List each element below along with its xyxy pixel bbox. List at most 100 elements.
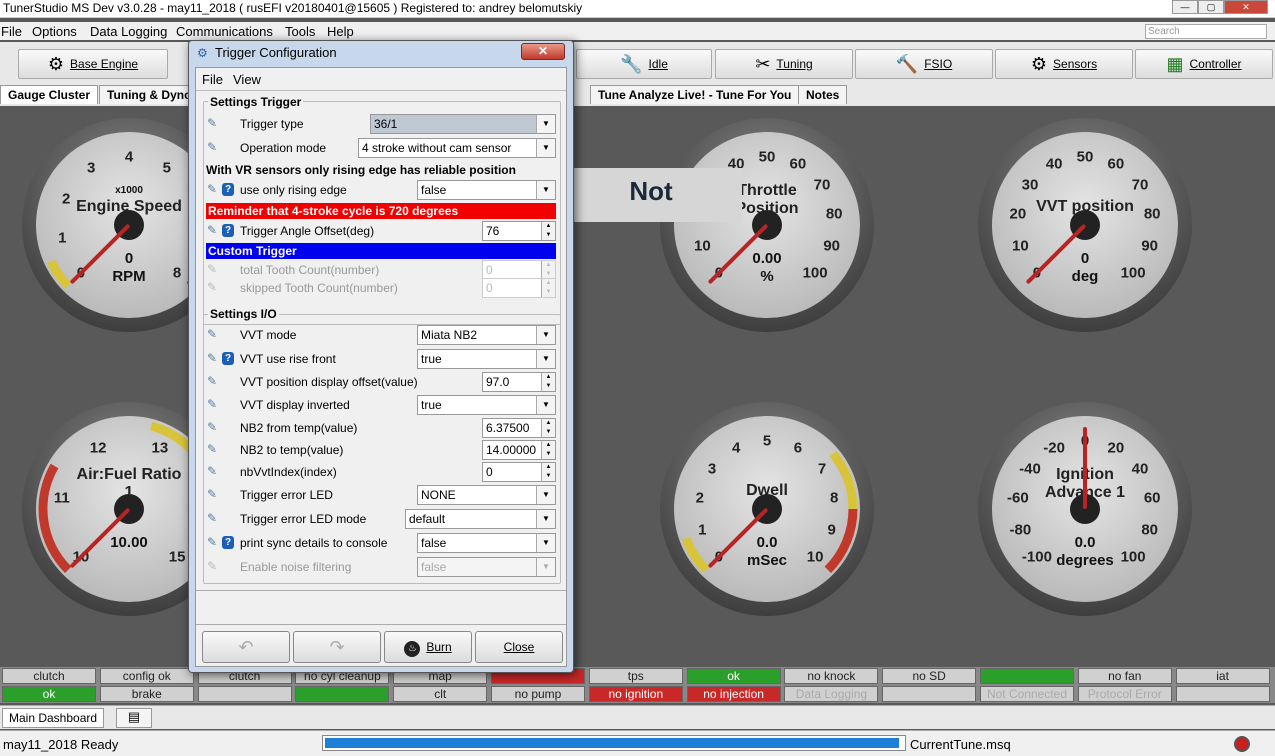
edit-icon: ✎ <box>207 464 218 478</box>
nbvvt-index-input[interactable]: 0 ▲ ▼ <box>482 462 556 482</box>
menu-communications[interactable]: Communications <box>176 24 273 39</box>
new-dashboard-icon[interactable]: ▤ <box>116 708 152 728</box>
gauge-tick-label: 13 <box>151 439 169 457</box>
trigger-error-led-select[interactable]: NONE ▼ <box>417 485 556 505</box>
status-indicator: no pump <box>491 686 585 702</box>
gear-icon: ⚙ <box>47 54 65 74</box>
redo-icon: ↷ <box>329 637 345 657</box>
divider <box>196 590 566 591</box>
vvt-rise-select[interactable]: true ▼ <box>417 349 556 369</box>
menu-options[interactable]: Options <box>32 24 77 39</box>
spinner-arrows-icon: ▲ ▼ <box>541 279 555 297</box>
gauge-tick-label: 70 <box>1131 176 1149 194</box>
edit-icon: ✎ <box>207 559 218 573</box>
status-indicator: no fan <box>1077 668 1172 684</box>
gauge: 0102030405060708090100Throttle Position0… <box>660 118 874 332</box>
fsio-button[interactable]: 🔨 FSIO <box>855 49 993 79</box>
status-indicator: ok <box>686 668 781 684</box>
chevron-down-icon: ▼ <box>536 486 555 504</box>
gauge-tick-label: 5 <box>162 159 171 177</box>
gauge-tick-label: 4 <box>731 439 741 457</box>
print-sync-select[interactable]: false ▼ <box>417 533 556 553</box>
base-engine-button[interactable]: ⚙ Base Engine <box>18 49 168 79</box>
gauge-unit: % <box>760 268 774 285</box>
redo-button[interactable]: ↷ <box>293 631 381 663</box>
status-indicator <box>1175 686 1270 702</box>
help-icon[interactable]: ? <box>222 183 234 196</box>
settings-trigger-title: Settings Trigger <box>208 95 304 109</box>
close-window-button[interactable]: ✕ <box>1224 0 1268 14</box>
spinner-arrows-icon: ▲ ▼ <box>541 441 555 459</box>
gauge-face: 012345678910Dwell0.0mSec <box>674 416 860 602</box>
rising-edge-select[interactable]: false ▼ <box>417 180 556 200</box>
current-tune-file: CurrentTune.msq <box>910 737 1011 752</box>
help-icon[interactable]: ? <box>222 536 234 549</box>
edit-icon: ✎ <box>207 182 218 196</box>
vvt-rise-row: ✎? VVT use rise front true ▼ <box>196 349 556 369</box>
status-indicator <box>295 686 390 702</box>
trigger-error-led-mode-row: ✎ Trigger error LED mode default ▼ <box>196 509 556 529</box>
nb2-to-input[interactable]: 14.00000 ▲ ▼ <box>482 440 556 460</box>
spinner-arrows-icon: ▲ ▼ <box>541 373 555 391</box>
tab-gauge-cluster[interactable]: Gauge Cluster <box>0 85 99 104</box>
operation-mode-select[interactable]: 4 stroke without cam sensor ▼ <box>358 138 556 158</box>
tab-tune-analyze[interactable]: Tune Analyze Live! - Tune For You <box>590 85 800 104</box>
nb2-from-input[interactable]: 6.37500 ▲ ▼ <box>482 418 556 438</box>
connection-status-icon <box>1234 736 1250 752</box>
tuning-button[interactable]: ✂ Tuning <box>715 49 853 79</box>
gauge-tick-label: 50 <box>1076 148 1094 166</box>
menu-help[interactable]: Help <box>327 24 354 39</box>
chevron-down-icon: ▼ <box>536 510 555 528</box>
trigger-error-led-mode-select[interactable]: default ▼ <box>405 509 556 529</box>
help-icon[interactable]: ? <box>222 352 234 365</box>
chevron-down-icon: ▼ <box>536 139 555 157</box>
dialog-menu-file[interactable]: File <box>202 72 223 87</box>
controller-button[interactable]: ▦ Controller <box>1135 49 1273 79</box>
idle-button[interactable]: 🔧 Idle <box>576 49 712 79</box>
edit-icon: ✎ <box>207 535 218 549</box>
status-indicator: no knock <box>784 668 879 684</box>
help-icon[interactable]: ? <box>222 224 234 237</box>
progress-bar <box>322 735 906 751</box>
gauge-unit: mSec <box>746 552 788 569</box>
close-button[interactable]: Close <box>475 631 563 663</box>
menu-data-logging[interactable]: Data Logging <box>90 24 167 39</box>
gauge-face: -100-80-60-40-20020406080100Ignition Adv… <box>992 416 1178 602</box>
noise-filtering-select: false ▼ <box>417 557 556 577</box>
gauge-tick-label: 60 <box>789 155 807 173</box>
edit-icon: ✎ <box>207 374 218 388</box>
dialog-title: Trigger Configuration <box>215 45 337 60</box>
chevron-down-icon: ▼ <box>536 558 555 576</box>
operation-mode-row: ✎ Operation mode 4 stroke without cam se… <box>196 138 556 158</box>
tab-notes[interactable]: Notes <box>798 85 848 104</box>
gauge-value: 0 <box>1080 250 1090 267</box>
trigger-type-select[interactable]: 36/1 ▼ <box>370 114 556 134</box>
undo-button[interactable]: ↶ <box>202 631 290 663</box>
tab-main-dashboard[interactable]: Main Dashboard <box>2 708 105 728</box>
minimize-button[interactable]: — <box>1172 0 1198 14</box>
sensors-button[interactable]: ⚙ Sensors <box>995 49 1133 79</box>
vvt-inverted-select[interactable]: true ▼ <box>417 395 556 415</box>
gauge: 0102030405060708090100VVT position0deg <box>978 118 1192 332</box>
tooth-count-input: 0 ▲ ▼ <box>482 260 556 280</box>
search-input[interactable]: Search <box>1145 24 1267 39</box>
status-indicator <box>197 686 292 702</box>
maximize-button[interactable]: ▢ <box>1198 0 1224 14</box>
status-indicator: ok <box>2 686 96 702</box>
gauge-tick-label: 3 <box>707 460 717 478</box>
vvt-inverted-row: ✎ VVT display inverted true ▼ <box>196 395 556 415</box>
edit-icon: ✎ <box>207 487 218 501</box>
vvt-offset-input[interactable]: 97.0 ▲ ▼ <box>482 372 556 392</box>
menu-tools[interactable]: Tools <box>285 24 315 39</box>
dialog-menu-view[interactable]: View <box>233 72 261 87</box>
spinner-arrows-icon: ▲ ▼ <box>541 419 555 437</box>
vvt-mode-select[interactable]: Miata NB2 ▼ <box>417 325 556 345</box>
dialog-close-button[interactable]: ✕ <box>521 43 565 60</box>
gauge-face: 0102030405060708090100Throttle Position0… <box>674 132 860 318</box>
menu-file[interactable]: File <box>1 24 22 39</box>
tab-tuning-dyno[interactable]: Tuning & Dyno <box>99 85 200 104</box>
angle-offset-input[interactable]: 76 ▲ ▼ <box>482 221 556 241</box>
spinner-arrows-icon: ▲ ▼ <box>541 261 555 279</box>
gauge-tick-label: 15 <box>168 548 186 566</box>
burn-button[interactable]: ♨ Burn <box>384 631 472 663</box>
